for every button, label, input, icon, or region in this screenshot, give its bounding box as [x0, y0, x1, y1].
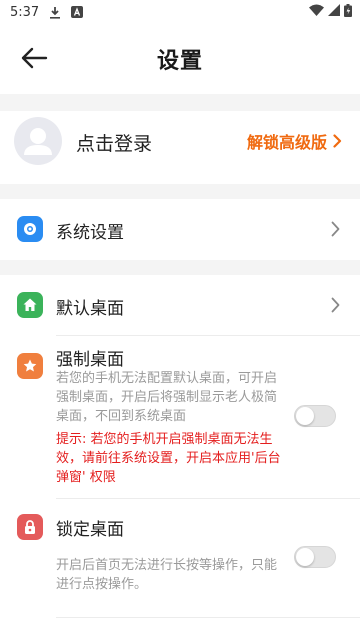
login-label[interactable]: 点击登录: [76, 129, 152, 156]
wifi-icon: [309, 4, 324, 20]
app-bar: 设置: [0, 24, 360, 94]
download-icon: [49, 6, 61, 19]
lock-desktop-description: 开启后首页无法进行长按等操作，只能进行点按操作。: [56, 558, 278, 592]
chevron-right-icon: [333, 134, 342, 148]
gear-icon: [17, 216, 43, 242]
notification-a-icon: [71, 6, 84, 18]
chevron-right-icon: [331, 297, 340, 313]
home-icon: [17, 292, 43, 318]
unlock-premium-button[interactable]: 解锁高级版: [247, 129, 342, 153]
back-button[interactable]: [18, 44, 50, 72]
force-desktop-label: 强制桌面: [56, 350, 124, 370]
toggle-knob: [296, 407, 314, 425]
force-desktop-toggle[interactable]: [294, 405, 336, 427]
toggle-knob: [296, 548, 314, 566]
divider: [56, 617, 360, 618]
lock-icon: [17, 514, 43, 540]
battery-icon: [344, 3, 352, 21]
status-bar: 5:37: [0, 0, 360, 24]
account-card[interactable]: 点击登录 解锁高级版: [0, 111, 360, 184]
lock-desktop-toggle[interactable]: [294, 546, 336, 568]
unlock-premium-label: 解锁高级版: [246, 133, 327, 152]
lock-desktop-label: 锁定桌面: [56, 520, 124, 540]
page-title: 设置: [156, 49, 203, 74]
system-settings-row[interactable]: 系统设置: [0, 199, 360, 260]
user-avatar-icon: [24, 128, 52, 155]
avatar[interactable]: [14, 117, 62, 165]
star-icon: [17, 353, 43, 379]
system-settings-label: 系统设置: [56, 223, 124, 243]
arrow-left-icon: [21, 47, 48, 69]
launcher-settings-card: 默认桌面 强制桌面 若您的手机无法配置默认桌面，可开启强制桌面，开启后将强制显示…: [0, 275, 360, 639]
force-desktop-description: 若您的手机无法配置默认桌面，可开启强制桌面，开启后将强制显示老人极简桌面，不回到…: [56, 371, 278, 424]
force-desktop-warning: 提示: 若您的手机开启强制桌面无法生效，请前往系统设置，开启本应用'后台弹窗' …: [56, 432, 281, 485]
default-desktop-label: 默认桌面: [56, 299, 124, 319]
signal-icon: [328, 4, 340, 20]
default-desktop-row[interactable]: 默认桌面: [0, 275, 360, 335]
status-time: 5:37: [10, 4, 40, 20]
chevron-right-icon: [331, 221, 340, 237]
system-settings-card: 系统设置: [0, 199, 360, 260]
